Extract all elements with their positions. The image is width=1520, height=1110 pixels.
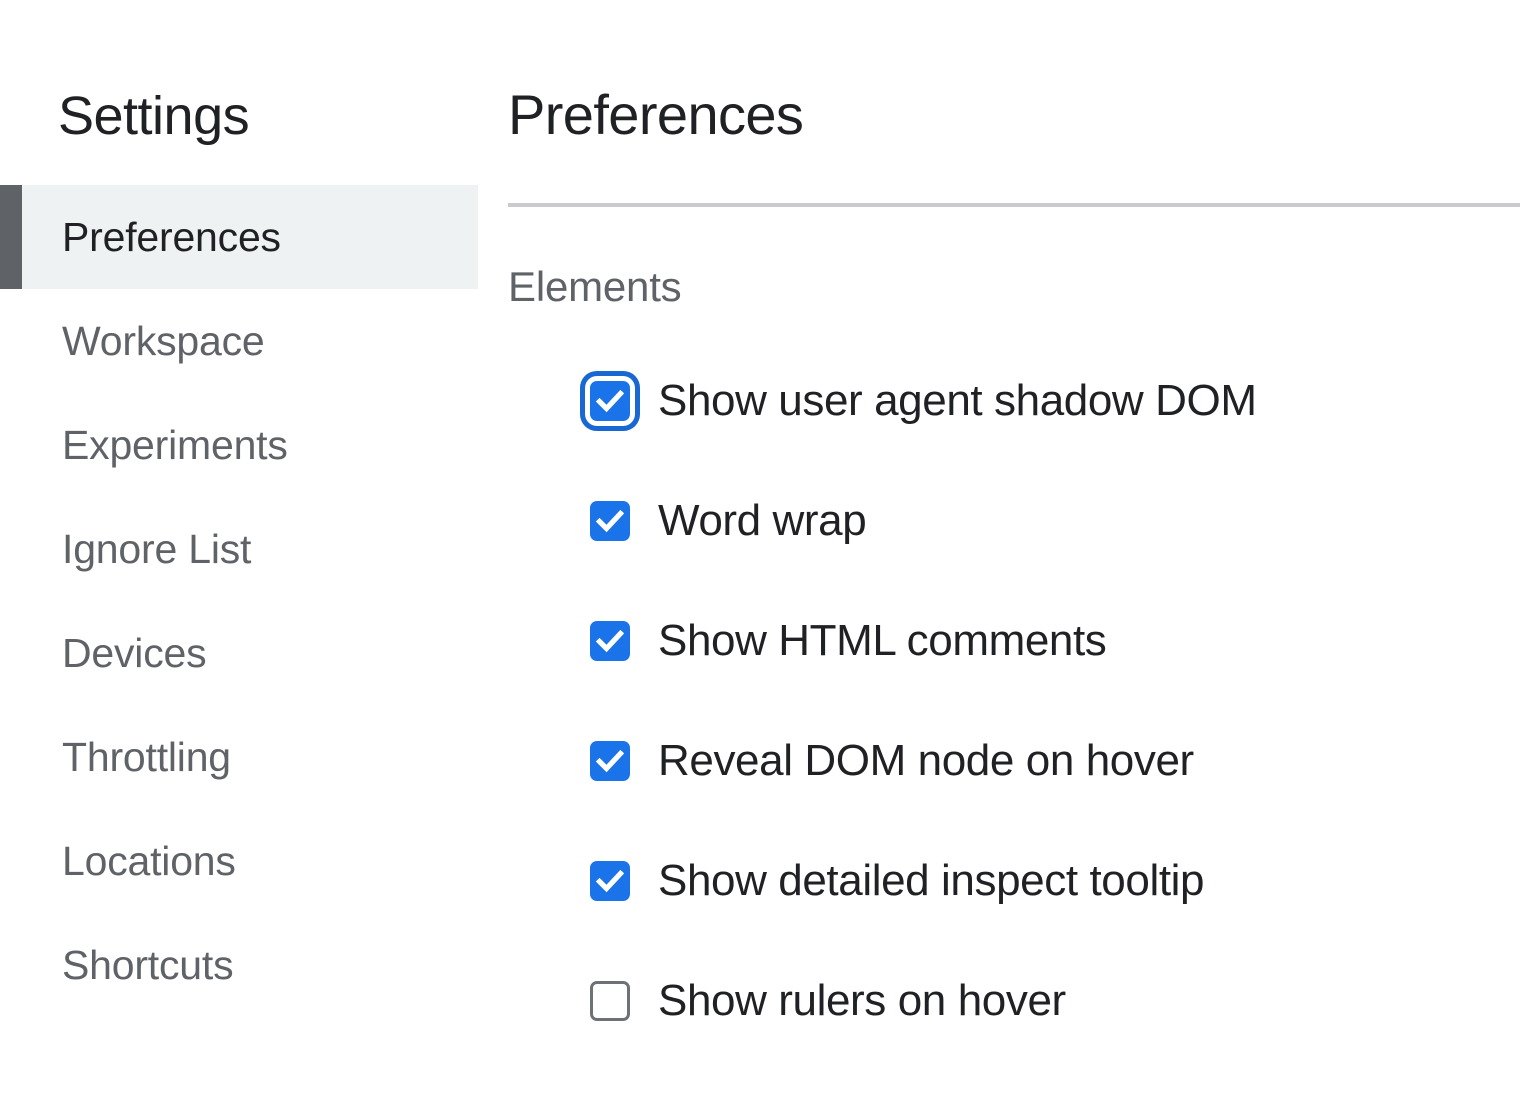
checkmark-icon (595, 749, 625, 773)
checkmark-icon (595, 389, 625, 413)
checkbox-checked-icon[interactable] (590, 381, 630, 421)
sidebar-item-preferences[interactable]: Preferences (0, 185, 478, 289)
checkbox-checked-icon[interactable] (590, 741, 630, 781)
checkbox-checked-icon[interactable] (590, 861, 630, 901)
setting-row-show-detailed-inspect-tooltip[interactable]: Show detailed inspect tooltip (508, 852, 1520, 972)
checkbox-checked-icon[interactable] (590, 501, 630, 541)
setting-row-show-rulers-on-hover[interactable]: Show rulers on hover (508, 972, 1520, 1092)
sidebar-item-label: Experiments (62, 422, 288, 468)
sidebar-item-label: Preferences (62, 214, 281, 260)
sidebar-item-ignore-list[interactable]: Ignore List (0, 497, 478, 601)
setting-row-show-user-agent-shadow-dom[interactable]: Show user agent shadow DOM (508, 372, 1520, 492)
setting-row-reveal-dom-node-on-hover[interactable]: Reveal DOM node on hover (508, 732, 1520, 852)
elements-settings-list: Show user agent shadow DOM Word wrap Show … (508, 372, 1520, 1092)
setting-label: Show detailed inspect tooltip (658, 856, 1205, 905)
settings-sidebar: Settings Preferences Workspace Experiments… (0, 0, 478, 1110)
preferences-panel: Preferences Elements Show user agent sha… (478, 0, 1520, 1110)
setting-row-show-html-comments[interactable]: Show HTML comments (508, 612, 1520, 732)
sidebar-item-label: Ignore List (62, 526, 252, 572)
settings-dialog: Settings Preferences Workspace Experiments… (0, 0, 1520, 1110)
sidebar-item-throttling[interactable]: Throttling (0, 705, 478, 809)
checkbox-checked-icon[interactable] (590, 621, 630, 661)
section-heading-elements: Elements (508, 263, 682, 310)
sidebar-nav-list: Preferences Workspace Experiments Ignore Li… (0, 185, 478, 1017)
sidebar-item-label: Locations (62, 838, 236, 884)
checkmark-icon (595, 509, 625, 533)
setting-label: Show user agent shadow DOM (658, 376, 1257, 425)
sidebar-title: Settings (58, 86, 250, 146)
sidebar-item-label: Workspace (62, 318, 265, 364)
setting-label: Show HTML comments (658, 616, 1107, 665)
page-title: Preferences (508, 83, 804, 146)
checkbox-unchecked-icon[interactable] (590, 981, 630, 1021)
setting-row-word-wrap[interactable]: Word wrap (508, 492, 1520, 612)
panel-divider (508, 203, 1520, 207)
sidebar-item-label: Throttling (62, 734, 231, 780)
sidebar-item-label: Devices (62, 630, 207, 676)
sidebar-item-experiments[interactable]: Experiments (0, 393, 478, 497)
sidebar-item-label: Shortcuts (62, 942, 234, 988)
sidebar-item-locations[interactable]: Locations (0, 809, 478, 913)
sidebar-item-shortcuts[interactable]: Shortcuts (0, 913, 478, 1017)
checkmark-icon (595, 869, 625, 893)
checkmark-icon (595, 629, 625, 653)
setting-label: Word wrap (658, 496, 867, 545)
setting-label: Reveal DOM node on hover (658, 736, 1194, 785)
sidebar-item-devices[interactable]: Devices (0, 601, 478, 705)
setting-label: Show rulers on hover (658, 976, 1066, 1025)
sidebar-item-workspace[interactable]: Workspace (0, 289, 478, 393)
